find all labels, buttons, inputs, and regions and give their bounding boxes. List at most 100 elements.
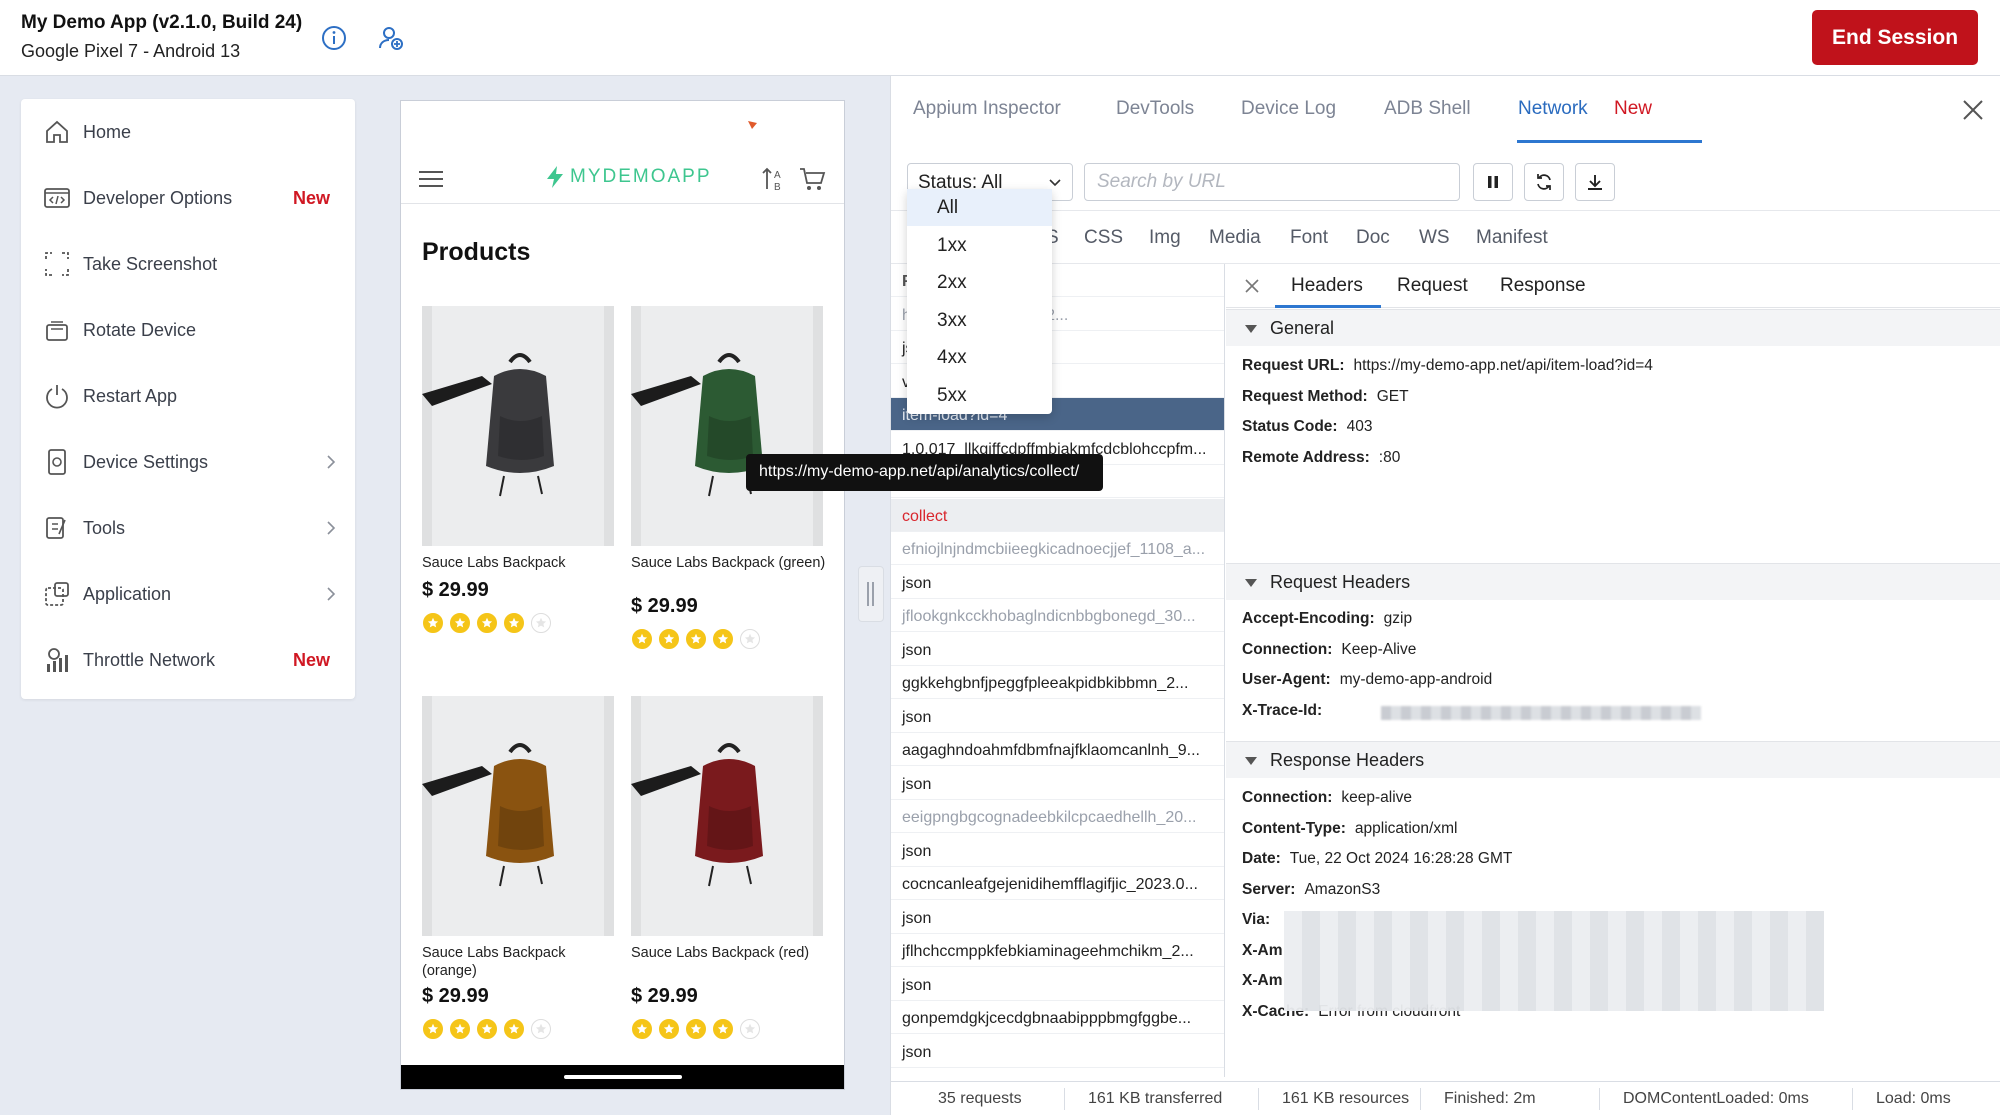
rating-stars[interactable] xyxy=(423,1019,551,1039)
product-name[interactable]: Sauce Labs Backpack xyxy=(422,554,617,572)
star-icon[interactable] xyxy=(659,629,679,649)
pause-button[interactable] xyxy=(1473,163,1513,201)
request-row[interactable]: jflookgnkcckhobaglndicnbbgbonegd_30... xyxy=(891,599,1224,632)
request-row[interactable]: gonpemdgkjcecdgbnaabipppbmgfggbe... xyxy=(891,1001,1224,1034)
search-url-input[interactable] xyxy=(1084,163,1460,201)
sidebar-item-throttle-network[interactable]: Throttle Network New xyxy=(21,627,355,693)
close-details-icon[interactable] xyxy=(1244,278,1260,294)
star-icon[interactable] xyxy=(632,1019,652,1039)
info-icon[interactable] xyxy=(320,24,348,52)
type-filter-media[interactable]: Media xyxy=(1209,227,1261,249)
close-icon[interactable] xyxy=(1959,96,1987,124)
tab-appium-inspector[interactable]: Appium Inspector xyxy=(913,98,1061,120)
sidebar-item-take-screenshot[interactable]: Take Screenshot xyxy=(21,231,355,297)
tab-response[interactable]: Response xyxy=(1500,275,1586,297)
product-image[interactable] xyxy=(422,696,614,936)
star-icon[interactable] xyxy=(450,613,470,633)
general-section-header[interactable]: General xyxy=(1226,309,2000,346)
product-name[interactable]: Sauce Labs Backpack (red) xyxy=(631,944,826,962)
sidebar-item-tools[interactable]: Tools xyxy=(21,495,355,561)
star-icon[interactable] xyxy=(632,629,652,649)
star-icon[interactable] xyxy=(477,613,497,633)
refresh-button[interactable] xyxy=(1524,163,1564,201)
sort-icon[interactable]: AB xyxy=(761,165,787,193)
star-icon[interactable] xyxy=(423,613,443,633)
type-filter-img[interactable]: Img xyxy=(1149,227,1181,249)
sidebar-item-application[interactable]: Application xyxy=(21,561,355,627)
download-button[interactable] xyxy=(1575,163,1615,201)
request-row[interactable]: json xyxy=(891,1035,1224,1068)
status-option-5xx[interactable]: 5xx xyxy=(907,377,1052,414)
tab-request[interactable]: Request xyxy=(1397,275,1468,297)
end-session-button[interactable]: End Session xyxy=(1812,10,1978,65)
request-row[interactable]: cocncanleafgejenidihemfflagifjic_2023.0.… xyxy=(891,867,1224,900)
star-icon[interactable] xyxy=(531,613,551,633)
request-row[interactable]: json xyxy=(891,700,1224,733)
status-option-1xx[interactable]: 1xx xyxy=(907,227,1052,264)
product-name[interactable]: Sauce Labs Backpack (green) xyxy=(631,554,826,572)
product-image[interactable] xyxy=(631,306,823,546)
request-row[interactable]: efniojlnjndmcbiieegkicadnoecjjef_1108_a.… xyxy=(891,532,1224,565)
tab-network[interactable]: Network xyxy=(1518,98,1588,120)
request-row[interactable]: jflhchccmppkfebkiaminageehmchikm_2... xyxy=(891,934,1224,967)
request-row[interactable]: collect xyxy=(891,498,1224,532)
star-icon[interactable] xyxy=(450,1019,470,1039)
type-filter-ws[interactable]: WS xyxy=(1419,227,1450,249)
menu-icon[interactable] xyxy=(417,167,445,191)
request-row[interactable]: json xyxy=(891,834,1224,867)
star-icon[interactable] xyxy=(686,629,706,649)
star-icon[interactable] xyxy=(531,1019,551,1039)
rating-stars[interactable] xyxy=(423,613,551,633)
request-row[interactable]: json xyxy=(891,767,1224,800)
star-icon[interactable] xyxy=(686,1019,706,1039)
star-icon[interactable] xyxy=(713,629,733,649)
request-headers-section-header[interactable]: Request Headers xyxy=(1226,563,2000,600)
status-option-2xx[interactable]: 2xx xyxy=(907,264,1052,301)
cart-icon[interactable] xyxy=(798,165,826,193)
star-icon[interactable] xyxy=(740,629,760,649)
status-option-4xx[interactable]: 4xx xyxy=(907,339,1052,376)
home-indicator[interactable] xyxy=(564,1075,682,1079)
sidebar-item-developer-options[interactable]: Developer Options New xyxy=(21,165,355,231)
app-logo: MY DEMOAPP xyxy=(544,165,712,189)
sidebar-item-home[interactable]: Home xyxy=(21,99,355,165)
device-screen[interactable]: MY DEMOAPP AB Products Sauce Labs Backpac… xyxy=(400,100,845,1090)
request-row[interactable]: json xyxy=(891,633,1224,666)
response-headers-section-header[interactable]: Response Headers xyxy=(1226,741,2000,778)
status-option-3xx[interactable]: 3xx xyxy=(907,302,1052,339)
panel-resize-handle[interactable] xyxy=(858,566,884,622)
request-row[interactable]: json xyxy=(891,968,1224,1001)
star-icon[interactable] xyxy=(659,1019,679,1039)
rating-stars[interactable] xyxy=(632,629,760,649)
tab-device-log[interactable]: Device Log xyxy=(1241,98,1336,120)
status-bar-item: 35 requests xyxy=(938,1090,1022,1107)
rating-stars[interactable] xyxy=(632,1019,760,1039)
star-icon[interactable] xyxy=(477,1019,497,1039)
request-row[interactable]: json xyxy=(891,566,1224,599)
sidebar-item-label: Tools xyxy=(83,517,126,538)
request-row[interactable]: eeigpngbgcognadeebkilcpcaedhellh_20... xyxy=(891,800,1224,833)
tab-headers[interactable]: Headers xyxy=(1291,275,1363,297)
star-icon[interactable] xyxy=(713,1019,733,1039)
person-add-icon[interactable] xyxy=(377,24,405,52)
product-image[interactable] xyxy=(422,306,614,546)
star-icon[interactable] xyxy=(504,1019,524,1039)
type-filter-manifest[interactable]: Manifest xyxy=(1476,227,1548,249)
type-filter-css[interactable]: CSS xyxy=(1084,227,1123,249)
request-row[interactable]: aagaghndoahmfdbmfnajfklaomcanlnh_9... xyxy=(891,733,1224,766)
sidebar-item-rotate-device[interactable]: Rotate Device xyxy=(21,297,355,363)
product-image[interactable] xyxy=(631,696,823,936)
star-icon[interactable] xyxy=(423,1019,443,1039)
status-option-all[interactable]: All xyxy=(907,189,1052,226)
request-row[interactable]: ggkkehgbnfjpeggfpleeakpidbkibbmn_2... xyxy=(891,666,1224,699)
sidebar-item-restart-app[interactable]: Restart App xyxy=(21,363,355,429)
type-filter-font[interactable]: Font xyxy=(1290,227,1328,249)
type-filter-doc[interactable]: Doc xyxy=(1356,227,1390,249)
product-name[interactable]: Sauce Labs Backpack (orange) xyxy=(422,944,617,980)
star-icon[interactable] xyxy=(504,613,524,633)
request-row[interactable]: json xyxy=(891,901,1224,934)
tab-adb-shell[interactable]: ADB Shell xyxy=(1384,98,1471,120)
tab-devtools[interactable]: DevTools xyxy=(1116,98,1194,120)
star-icon[interactable] xyxy=(740,1019,760,1039)
sidebar-item-device-settings[interactable]: Device Settings xyxy=(21,429,355,495)
